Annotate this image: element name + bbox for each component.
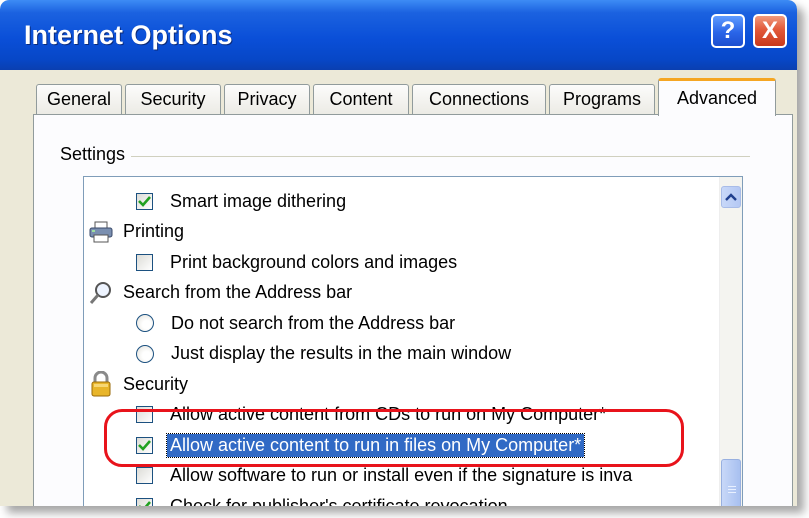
magnifier-icon (88, 280, 114, 306)
setting-label: Security (123, 373, 189, 394)
setting-option[interactable]: Allow active content from CDs to run on … (136, 401, 609, 429)
grip-line (728, 492, 736, 493)
setting-label: Printing (123, 221, 185, 241)
setting-category: Search from the Address bar (88, 279, 355, 307)
title-bar[interactable]: Internet Options ? X (0, 0, 797, 70)
setting-category: Printing (88, 218, 187, 246)
tab-privacy[interactable]: Privacy (224, 84, 310, 114)
tab-label: Security (140, 89, 206, 109)
setting-label: Allow active content from CDs to run on … (170, 404, 607, 424)
question-icon: ? (720, 17, 736, 44)
tab-connections[interactable]: Connections (412, 84, 546, 114)
setting-label: Print background colors and images (170, 251, 458, 272)
group-divider (60, 156, 750, 157)
radio-button[interactable] (136, 344, 154, 363)
checkbox[interactable] (136, 253, 153, 271)
tab-general[interactable]: General (36, 84, 122, 114)
setting-label: Just display the results in the main win… (171, 343, 512, 363)
close-icon: X (761, 17, 778, 44)
close-button[interactable]: X (753, 14, 787, 48)
setting-label: Allow software to run or install even if… (170, 465, 633, 485)
tab-label: Connections (428, 89, 530, 109)
tab-content[interactable]: Content (313, 84, 409, 114)
grip-line (728, 486, 736, 487)
grip-line (728, 489, 736, 490)
padlock-icon (88, 371, 114, 397)
window-title: Internet Options (24, 20, 233, 50)
setting-label: Do not search from the Address bar (171, 312, 456, 333)
setting-option[interactable]: Print background colors and images (136, 248, 460, 276)
vertical-scrollbar[interactable] (719, 177, 742, 506)
tab-label: Privacy (237, 89, 297, 109)
tab-advanced[interactable]: Advanced (658, 78, 776, 116)
setting-option[interactable]: Allow active content to run in files on … (136, 431, 586, 459)
printer-icon (88, 219, 114, 245)
internet-options-window: Internet Options ? X General Security Pr… (0, 0, 797, 506)
checkbox[interactable] (136, 406, 153, 423)
setting-option[interactable]: Smart image dithering (136, 187, 349, 215)
checkbox[interactable] (136, 497, 153, 506)
scroll-up-button[interactable] (721, 186, 741, 208)
checkbox[interactable] (136, 467, 153, 484)
settings-list[interactable]: Smart image dithering Printing Print backg… (83, 176, 743, 506)
checkmark-icon (138, 439, 151, 451)
help-button[interactable]: ? (711, 14, 745, 48)
radio-button[interactable] (136, 314, 154, 332)
tab-programs[interactable]: Programs (549, 84, 655, 114)
setting-option[interactable]: Do not search from the Address bar (136, 309, 458, 337)
checkbox[interactable] (136, 192, 153, 210)
checkmark-icon (138, 500, 151, 506)
checkbox[interactable] (136, 436, 153, 454)
setting-label: Allow active content to run in files on … (165, 432, 586, 458)
tab-label: Programs (562, 89, 642, 109)
scroll-thumb[interactable] (721, 459, 741, 506)
setting-category: Security (88, 370, 191, 398)
tab-security[interactable]: Security (125, 84, 221, 114)
setting-label: Search from the Address bar (123, 282, 353, 302)
setting-label: Smart image dithering (170, 190, 347, 211)
tab-label: General (46, 89, 112, 109)
chevron-up-icon (725, 193, 737, 201)
setting-option[interactable]: Allow software to run or install even if… (136, 462, 635, 490)
tab-label: Advanced (676, 88, 758, 108)
checkmark-icon (138, 195, 151, 207)
settings-group-label: Settings (60, 144, 132, 165)
setting-label: Check for publisher's certificate revoca… (170, 495, 508, 507)
setting-option[interactable]: Just display the results in the main win… (136, 340, 514, 368)
tab-label: Content (329, 89, 393, 109)
setting-option[interactable]: Check for publisher's certificate revoca… (136, 492, 511, 506)
